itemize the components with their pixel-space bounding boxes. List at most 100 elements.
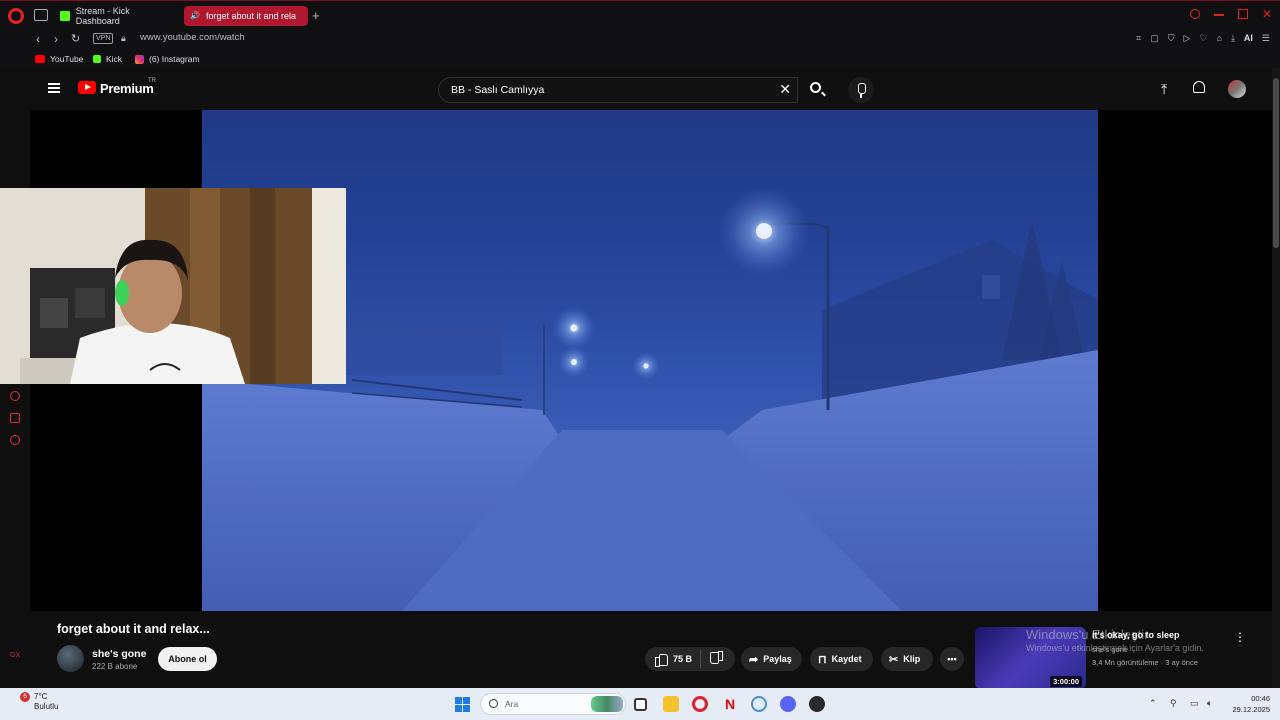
kick-icon <box>60 11 70 21</box>
settings-icon[interactable] <box>10 435 20 445</box>
search-button[interactable] <box>798 77 836 103</box>
opera-gx-icon[interactable] <box>692 696 708 712</box>
subscribe-button[interactable]: Abone ol <box>158 647 217 671</box>
bookmark-icon: ⊓ <box>818 653 827 666</box>
extensions-icon[interactable] <box>10 413 20 423</box>
dislike-button[interactable] <box>711 653 723 665</box>
clip-button[interactable]: ✂ Klip <box>881 647 933 671</box>
video-duration: 3:00:00 <box>1050 676 1082 687</box>
menu-icon[interactable] <box>48 83 60 93</box>
windows-taskbar: 7°C Bulutlu 6 Ara N ⌃ ⚲ ▭ 🔈︎ 00:46 29.12… <box>0 688 1280 720</box>
file-explorer-icon[interactable] <box>663 696 679 712</box>
kick-icon <box>93 55 101 63</box>
webcam-image <box>0 188 346 384</box>
minimize-icon[interactable] <box>1214 14 1224 16</box>
speaker-icon: 🔊 <box>190 11 200 20</box>
more-actions-button[interactable]: ••• <box>940 647 964 671</box>
ai-button[interactable]: AI <box>1244 33 1253 44</box>
shield-icon[interactable]: ⛉ <box>1168 33 1175 44</box>
webcam-overlay <box>0 188 346 384</box>
taskbar-search-placeholder: Ara <box>505 699 519 709</box>
account-avatar[interactable] <box>1228 80 1246 98</box>
channel-avatar[interactable] <box>57 645 84 672</box>
notifications-icon[interactable] <box>1193 81 1205 93</box>
like-count: 75 B <box>673 654 693 664</box>
weather-badge: 6 <box>20 692 30 702</box>
netflix-icon[interactable]: N <box>722 696 738 712</box>
bookmark-label: (6) Instagram <box>149 54 200 64</box>
tab-youtube-video[interactable]: 🔊 forget about it and rela <box>184 6 308 26</box>
bookmarks-bar: YouTube Kick (6) Instagram <box>0 50 1280 68</box>
tray-chevron-icon[interactable]: ⌃ <box>1149 698 1157 709</box>
bookmark-kick[interactable]: Kick <box>93 54 122 64</box>
tab-label: Stream - Kick Dashboard <box>75 6 130 26</box>
upload-icon[interactable]: ⤒ <box>1161 81 1167 98</box>
like-button[interactable]: 75 B <box>645 650 701 668</box>
play-icon[interactable]: ▷ <box>1184 33 1191 44</box>
scrollbar-thumb[interactable] <box>1273 78 1279 248</box>
search-input[interactable]: BB - Saslı Camlıyya ✕ <box>438 77 798 103</box>
bookmark-youtube[interactable]: YouTube <box>35 54 83 64</box>
heart-icon[interactable]: ♡ <box>1199 33 1207 44</box>
tab-kick-dashboard[interactable]: Stream - Kick Dashboard <box>54 6 180 26</box>
youtube-brand[interactable]: Premium <box>100 81 154 96</box>
task-view-icon[interactable] <box>634 698 647 711</box>
url-field[interactable]: www.youtube.com/watch <box>140 32 245 43</box>
scissors-icon: ✂ <box>889 653 899 666</box>
bookmark-label: YouTube <box>50 54 84 64</box>
workspaces-icon[interactable] <box>34 9 48 21</box>
history-icon[interactable] <box>10 391 20 401</box>
new-tab-button[interactable]: + <box>312 8 320 23</box>
vpn-badge[interactable]: VPN <box>93 33 114 44</box>
youtube-header: Premium TR BB - Saslı Camlıyya ✕ ⤒ <box>30 68 1272 110</box>
clock-date: 29.12.2025 <box>1232 705 1270 714</box>
gx-icon[interactable]: GX <box>10 652 20 659</box>
share-button[interactable]: ➦ Paylaş <box>741 647 802 671</box>
subscriber-count: 222 B abone <box>92 662 138 671</box>
bluetooth-icon[interactable]: ⚲ <box>1170 698 1177 709</box>
save-button[interactable]: ⊓ Kaydet <box>810 647 873 671</box>
clock[interactable]: 00:46 29.12.2025 <box>1232 693 1270 715</box>
address-bar-actions: ⌗ ▢ ⛉ ▷ ♡ ⌂ ⤓ AI ☰ <box>1136 33 1270 44</box>
download-icon[interactable]: ⤓ <box>1231 33 1235 44</box>
easy-setup-icon[interactable]: ☰ <box>1262 33 1270 44</box>
wallet-icon[interactable]: ⌂ <box>1217 33 1222 44</box>
recommended-title[interactable]: it's okay, go to sleep <box>1092 630 1180 640</box>
opera-menu-icon[interactable] <box>8 8 24 24</box>
weather-temp: 7°C <box>34 692 48 701</box>
clip-label: Klip <box>903 654 921 664</box>
lock-icon[interactable]: 🔒︎ <box>121 33 126 44</box>
kebab-menu-icon[interactable]: ⋮ <box>1234 630 1246 644</box>
clock-time: 00:46 <box>1251 694 1270 703</box>
volume-icon[interactable]: 🔈︎ <box>1207 698 1212 709</box>
voice-search-icon[interactable] <box>848 77 874 103</box>
youtube-logo-icon[interactable] <box>78 81 96 94</box>
back-icon[interactable]: ‹ <box>36 32 40 46</box>
share-label: Paylaş <box>763 654 792 664</box>
page-scrollbar[interactable] <box>1272 68 1280 688</box>
settings-gear-icon[interactable] <box>751 696 767 712</box>
weather-widget[interactable]: 7°C Bulutlu <box>8 692 58 712</box>
bookmark-label: Kick <box>106 54 123 64</box>
search-value: BB - Saslı Camlıyya <box>451 84 545 96</box>
reload-icon[interactable]: ↻ <box>71 32 80 45</box>
recommended-channel[interactable]: she's gone <box>1092 645 1128 654</box>
network-icon[interactable]: ▭ <box>1190 698 1199 709</box>
tab-label: forget about it and rela <box>206 11 297 21</box>
tab-manager-icon[interactable]: ▢ <box>1150 33 1159 44</box>
close-icon[interactable]: ✕ <box>1262 8 1272 20</box>
discord-icon[interactable] <box>780 696 796 712</box>
tab-search-icon[interactable] <box>1190 9 1200 19</box>
taskbar-search-input[interactable]: Ara <box>480 693 626 715</box>
video-title: forget about it and relax... <box>57 622 210 636</box>
maximize-icon[interactable] <box>1238 9 1248 19</box>
bookmark-instagram[interactable]: (6) Instagram <box>135 54 200 64</box>
github-icon[interactable] <box>809 696 825 712</box>
search-icon <box>489 699 498 708</box>
channel-name[interactable]: she's gone <box>92 648 146 660</box>
forward-icon[interactable]: › <box>54 32 58 46</box>
recommended-meta: 3,4 Mn görüntüleme · 3 ay önce <box>1092 658 1198 667</box>
windows-start-icon[interactable] <box>455 697 470 712</box>
clear-search-icon[interactable]: ✕ <box>779 81 791 98</box>
snapshot-icon[interactable]: ⌗ <box>1136 33 1141 44</box>
